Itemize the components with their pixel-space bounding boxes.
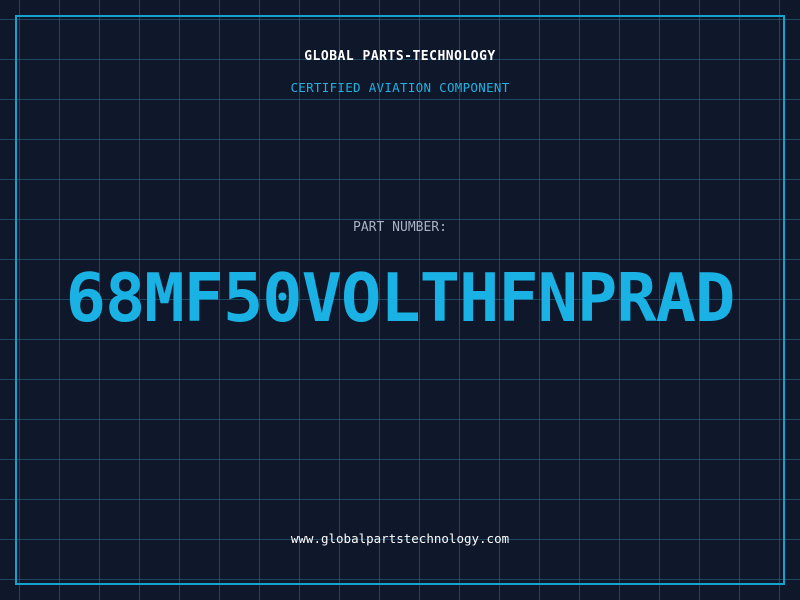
part-number-value: 68MF50VOLTHFNPRAD <box>65 259 736 337</box>
certification-tagline: CERTIFIED AVIATION COMPONENT <box>290 80 510 95</box>
part-label-card: GLOBAL PARTS-TECHNOLOGY CERTIFIED AVIATI… <box>0 0 800 600</box>
company-name: GLOBAL PARTS-TECHNOLOGY <box>304 49 496 64</box>
website-url: www.globalpartstechnology.com <box>290 531 510 546</box>
part-number-label: PART NUMBER: <box>353 220 447 235</box>
